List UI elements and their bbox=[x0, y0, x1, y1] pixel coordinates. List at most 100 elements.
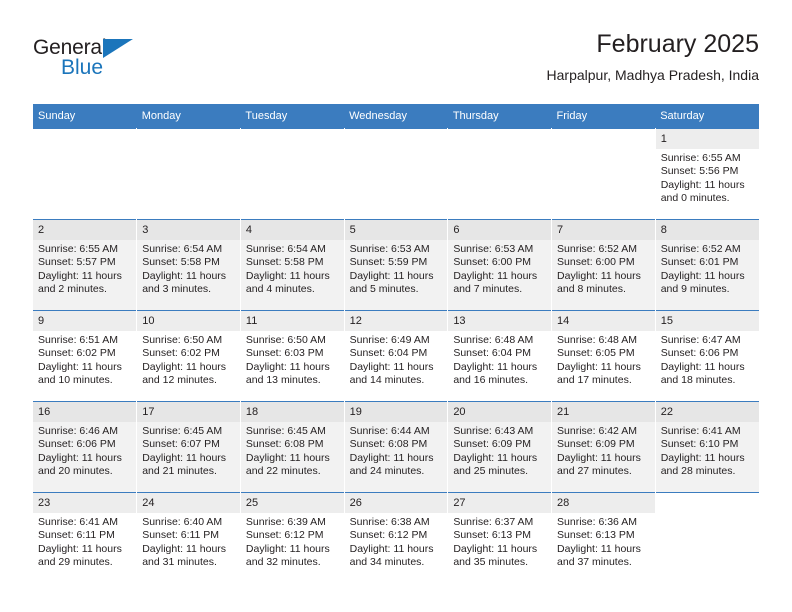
sunset-text: Sunset: 6:08 PM bbox=[349, 438, 428, 451]
calendar-page: General Blue February 2025 Harpalpur, Ma… bbox=[0, 0, 792, 612]
day-cell-empty bbox=[655, 492, 759, 583]
daylight-text-line2: and 5 minutes. bbox=[349, 282, 419, 295]
daylight-text-line2: and 12 minutes. bbox=[142, 373, 217, 386]
daylight-text-line2: and 13 minutes. bbox=[245, 373, 321, 386]
sunset-text: Sunset: 6:10 PM bbox=[660, 438, 739, 451]
sunrise-text: Sunrise: 6:37 AM bbox=[453, 516, 534, 528]
daylight-text-line2: and 31 minutes. bbox=[142, 555, 217, 568]
sunrise-text: Sunrise: 6:41 AM bbox=[660, 425, 741, 437]
day-cell[interactable]: 26 Sunrise: 6:38 AM Sunset: 6:12 PM Dayligh… bbox=[344, 492, 449, 583]
day-cell[interactable]: 21 Sunrise: 6:42 AM Sunset: 6:09 PM Dayligh… bbox=[551, 401, 656, 493]
day-cell[interactable]: 10 Sunrise: 6:50 AM Sunset: 6:02 PM Dayligh… bbox=[136, 310, 241, 402]
day-info: Sunrise: 6:46 AM Sunset: 6:06 PM Daylight:… bbox=[33, 422, 136, 478]
daylight-text-line1: Daylight: 11 hours bbox=[349, 542, 434, 555]
daylight-text-line1: Daylight: 11 hours bbox=[142, 451, 227, 464]
day-number: 22 bbox=[655, 402, 759, 422]
weekday-header-wednesday: Wednesday bbox=[344, 104, 448, 129]
daylight-text-line1: Daylight: 11 hours bbox=[38, 451, 122, 464]
daylight-text-line1: Daylight: 11 hours bbox=[349, 269, 434, 282]
day-cell[interactable]: 3 Sunrise: 6:54 AM Sunset: 5:58 PM Daylight… bbox=[136, 219, 241, 311]
day-cell-empty bbox=[33, 128, 138, 220]
daylight-text-line1: Daylight: 11 hours bbox=[142, 269, 227, 282]
day-cell[interactable]: 19 Sunrise: 6:44 AM Sunset: 6:08 PM Dayligh… bbox=[344, 401, 449, 493]
brand-name-blue: Blue bbox=[61, 56, 104, 79]
sunset-text: Sunset: 6:13 PM bbox=[557, 529, 635, 542]
day-number: 23 bbox=[33, 493, 137, 513]
daylight-text-line1: Daylight: 11 hours bbox=[349, 360, 434, 373]
calendar-head: Sunday Monday Tuesday Wednesday Thursday… bbox=[33, 104, 759, 129]
day-cell[interactable]: 2 Sunrise: 6:55 AM Sunset: 5:57 PM Daylight… bbox=[33, 219, 138, 311]
day-number bbox=[656, 493, 759, 513]
day-cell[interactable]: 27 Sunrise: 6:37 AM Sunset: 6:13 PM Dayligh… bbox=[447, 492, 553, 583]
day-info: Sunrise: 6:50 AM Sunset: 6:03 PM Daylight:… bbox=[241, 331, 344, 387]
day-cell[interactable]: 20 Sunrise: 6:43 AM Sunset: 6:09 PM Dayligh… bbox=[447, 401, 553, 493]
day-info: Sunrise: 6:54 AM Sunset: 5:58 PM Daylight:… bbox=[241, 240, 344, 296]
sunrise-text: Sunrise: 6:52 AM bbox=[660, 243, 741, 255]
day-cell[interactable]: 7 Sunrise: 6:52 AM Sunset: 6:00 PM Daylight… bbox=[551, 219, 656, 311]
sunrise-text: Sunrise: 6:50 AM bbox=[245, 334, 326, 346]
day-number: 6 bbox=[448, 220, 552, 240]
day-info: Sunrise: 6:55 AM Sunset: 5:57 PM Daylight:… bbox=[33, 240, 136, 296]
sunset-text: Sunset: 6:11 PM bbox=[38, 529, 115, 542]
day-cell[interactable]: 15 Sunrise: 6:47 AM Sunset: 6:06 PM Dayligh… bbox=[655, 310, 759, 402]
day-cell[interactable]: 17 Sunrise: 6:45 AM Sunset: 6:07 PM Dayligh… bbox=[136, 401, 241, 493]
day-cell-empty bbox=[447, 128, 553, 220]
day-cell[interactable]: 9 Sunrise: 6:51 AM Sunset: 6:02 PM Daylight… bbox=[33, 310, 138, 402]
day-cell[interactable]: 25 Sunrise: 6:39 AM Sunset: 6:12 PM Dayligh… bbox=[240, 492, 345, 583]
brand-logo[interactable]: General Blue bbox=[33, 36, 153, 86]
page-title: February 2025 bbox=[596, 30, 759, 58]
day-cell[interactable]: 16 Sunrise: 6:46 AM Sunset: 6:06 PM Dayligh… bbox=[33, 401, 138, 493]
sunset-text: Sunset: 6:11 PM bbox=[142, 529, 220, 542]
day-number: 28 bbox=[552, 493, 655, 513]
daylight-text-line2: and 28 minutes. bbox=[660, 464, 736, 477]
day-number: 2 bbox=[33, 220, 137, 240]
daylight-text-line2: and 32 minutes. bbox=[245, 555, 321, 568]
sunrise-text: Sunrise: 6:47 AM bbox=[660, 334, 741, 346]
daylight-text-line2: and 34 minutes. bbox=[349, 555, 425, 568]
daylight-text-line1: Daylight: 11 hours bbox=[245, 360, 330, 373]
day-cell[interactable]: 11 Sunrise: 6:50 AM Sunset: 6:03 PM Dayligh… bbox=[240, 310, 345, 402]
sunset-text: Sunset: 6:00 PM bbox=[453, 256, 531, 269]
day-info: Sunrise: 6:47 AM Sunset: 6:06 PM Daylight:… bbox=[656, 331, 759, 387]
sunrise-text: Sunrise: 6:44 AM bbox=[349, 425, 430, 437]
daylight-text-line1: Daylight: 11 hours bbox=[557, 542, 641, 555]
day-cell[interactable]: 14 Sunrise: 6:48 AM Sunset: 6:05 PM Dayligh… bbox=[551, 310, 656, 402]
day-cell[interactable]: 6 Sunrise: 6:53 AM Sunset: 6:00 PM Daylight… bbox=[447, 219, 553, 311]
day-number: 9 bbox=[33, 311, 137, 331]
sunset-text: Sunset: 6:05 PM bbox=[557, 347, 635, 360]
day-cell[interactable]: 22 Sunrise: 6:41 AM Sunset: 6:10 PM Dayligh… bbox=[655, 401, 759, 493]
day-info: Sunrise: 6:45 AM Sunset: 6:07 PM Daylight:… bbox=[137, 422, 240, 478]
calendar-body: 1 Sunrise: 6:55 AM Sunset: 5:56 PM Dayli… bbox=[33, 128, 759, 583]
day-info: Sunrise: 6:45 AM Sunset: 6:08 PM Daylight:… bbox=[241, 422, 344, 478]
day-cell[interactable]: 1 Sunrise: 6:55 AM Sunset: 5:56 PM Dayli… bbox=[655, 128, 759, 220]
daylight-text-line2: and 16 minutes. bbox=[453, 373, 529, 386]
daylight-text-line2: and 29 minutes. bbox=[38, 555, 113, 568]
day-number bbox=[137, 129, 240, 149]
day-cell[interactable]: 4 Sunrise: 6:54 AM Sunset: 5:58 PM Daylight… bbox=[240, 219, 345, 311]
sunset-text: Sunset: 5:58 PM bbox=[142, 256, 220, 269]
sunrise-text: Sunrise: 6:42 AM bbox=[557, 425, 637, 437]
daylight-text-line2: and 9 minutes. bbox=[660, 282, 730, 295]
calendar-week-row: 2 Sunrise: 6:55 AM Sunset: 5:57 PM Daylight… bbox=[33, 219, 759, 311]
day-number: 17 bbox=[137, 402, 240, 422]
sunrise-text: Sunrise: 6:55 AM bbox=[38, 243, 118, 255]
day-cell[interactable]: 5 Sunrise: 6:53 AM Sunset: 5:59 PM Daylight… bbox=[344, 219, 449, 311]
day-cell[interactable]: 18 Sunrise: 6:45 AM Sunset: 6:08 PM Dayligh… bbox=[240, 401, 345, 493]
day-cell[interactable]: 24 Sunrise: 6:40 AM Sunset: 6:11 PM Dayligh… bbox=[136, 492, 241, 583]
day-cell[interactable]: 12 Sunrise: 6:49 AM Sunset: 6:04 PM Dayligh… bbox=[344, 310, 449, 402]
daylight-text-line2: and 27 minutes. bbox=[557, 464, 632, 477]
day-cell[interactable]: 28 Sunrise: 6:36 AM Sunset: 6:13 PM Dayligh… bbox=[551, 492, 656, 583]
sunset-text: Sunset: 6:06 PM bbox=[38, 438, 116, 451]
day-info: Sunrise: 6:42 AM Sunset: 6:09 PM Daylight:… bbox=[552, 422, 655, 478]
day-info: Sunrise: 6:55 AM Sunset: 5:56 PM Dayligh… bbox=[656, 149, 759, 205]
day-cell[interactable]: 23 Sunrise: 6:41 AM Sunset: 6:11 PM Dayligh… bbox=[33, 492, 138, 583]
day-number: 11 bbox=[240, 311, 344, 331]
daylight-text-line2: and 21 minutes. bbox=[142, 464, 217, 477]
daylight-text-line1: Daylight: 11 hours bbox=[453, 451, 538, 464]
day-number: 18 bbox=[240, 402, 344, 422]
sunset-text: Sunset: 6:02 PM bbox=[142, 347, 220, 360]
day-info: Sunrise: 6:38 AM Sunset: 6:12 PM Daylight:… bbox=[345, 513, 448, 569]
day-cell[interactable]: 8 Sunrise: 6:52 AM Sunset: 6:01 PM Daylight… bbox=[655, 219, 759, 311]
daylight-text-line2: and 24 minutes. bbox=[349, 464, 425, 477]
day-cell[interactable]: 13 Sunrise: 6:48 AM Sunset: 6:04 PM Dayligh… bbox=[447, 310, 553, 402]
